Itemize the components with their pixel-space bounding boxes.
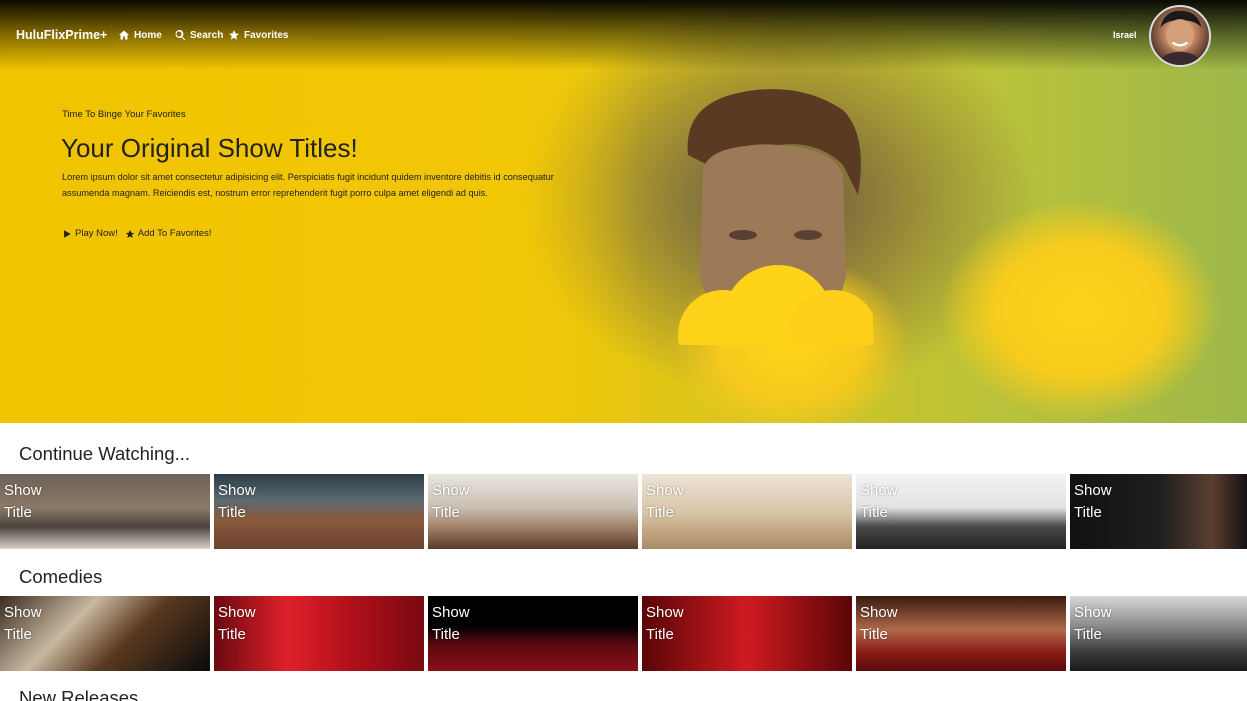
continue-watching-row: Show Title Show Title Show Title Show Title … [0, 474, 1247, 549]
hero-description: Lorem ipsum dolor sit amet consectetur a… [62, 172, 554, 198]
nav-favorites[interactable]: Favorites [228, 29, 288, 41]
show-tile-label: Show Title [432, 604, 470, 643]
nav-home-label: Home [134, 29, 162, 41]
show-tile[interactable]: Show Title [856, 596, 1066, 671]
comedies-row: Show Title Show Title Show Title Show Title … [0, 596, 1247, 671]
add-to-favorites-label: Add To Favorites! [137, 228, 212, 239]
show-tile[interactable]: Show Title [428, 596, 638, 671]
hero-actions: Play Now! Add To Favorites! [62, 228, 212, 239]
star-icon [125, 229, 134, 238]
brand-logo[interactable]: HuluFlixPrime+ [16, 28, 107, 42]
show-tile-label: Show Title [4, 604, 42, 643]
nav-search[interactable]: Search [174, 29, 223, 41]
show-tile[interactable]: Show Title [1070, 596, 1247, 671]
home-icon [119, 30, 129, 40]
show-tile[interactable]: Show Title [214, 474, 424, 549]
show-tile-label: Show Title [860, 482, 898, 521]
star-icon [229, 30, 239, 40]
play-icon [64, 229, 71, 238]
play-now-label: Play Now! [75, 228, 118, 239]
avatar-face [1158, 10, 1202, 65]
show-tile[interactable]: Show Title [1070, 474, 1247, 549]
search-icon [175, 29, 186, 41]
username[interactable]: Israel [1113, 30, 1137, 40]
nav-favorites-label: Favorites [244, 29, 289, 41]
show-tile-label: Show Title [646, 604, 684, 643]
show-tile[interactable]: Show Title [0, 474, 210, 549]
play-now-button[interactable]: Play Now! [62, 228, 118, 239]
show-tile-label: Show Title [432, 482, 470, 521]
show-tile[interactable]: Show Title [642, 474, 852, 549]
show-tile[interactable]: Show Title [856, 474, 1066, 549]
section-title-new-releases: New Releases [19, 687, 139, 701]
top-navigation: HuluFlixPrime+ Home Search Favorites Isr… [0, 0, 1247, 70]
show-tile-label: Show Title [218, 604, 256, 643]
nav-home[interactable]: Home [118, 29, 162, 41]
hero-eyebrow: Time To Binge Your Favorites [62, 109, 186, 120]
hero-person-image [678, 89, 873, 345]
show-tile-label: Show Title [218, 482, 256, 521]
nav-search-label: Search [190, 29, 224, 41]
hero-title: Your Original Show Titles! [61, 133, 358, 163]
section-title-continue-watching: Continue Watching... [19, 443, 191, 464]
show-tile[interactable]: Show Title [0, 596, 210, 671]
section-title-comedies: Comedies [19, 566, 103, 587]
show-tile[interactable]: Show Title [428, 474, 638, 549]
show-tile-label: Show Title [1074, 604, 1112, 643]
show-tile[interactable]: Show Title [642, 596, 852, 671]
show-tile-label: Show Title [4, 482, 42, 521]
add-to-favorites-button[interactable]: Add To Favorites! [125, 228, 212, 239]
show-tile-label: Show Title [1074, 482, 1112, 521]
show-tile-label: Show Title [860, 604, 898, 643]
show-tile[interactable]: Show Title [214, 596, 424, 671]
avatar[interactable] [1149, 5, 1211, 67]
show-tile-label: Show Title [646, 482, 684, 521]
